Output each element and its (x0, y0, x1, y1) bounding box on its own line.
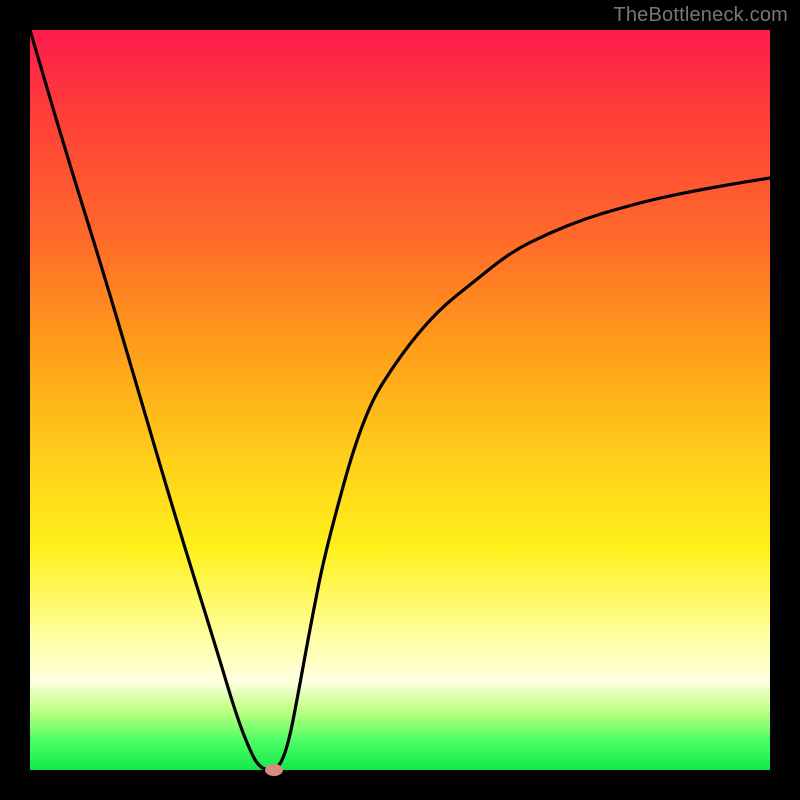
min-marker (265, 764, 283, 776)
chart-frame: TheBottleneck.com (0, 0, 800, 800)
plot-area (30, 30, 770, 770)
watermark-text: TheBottleneck.com (613, 4, 788, 27)
bottleneck-curve (30, 30, 770, 770)
curve-svg (30, 30, 770, 770)
